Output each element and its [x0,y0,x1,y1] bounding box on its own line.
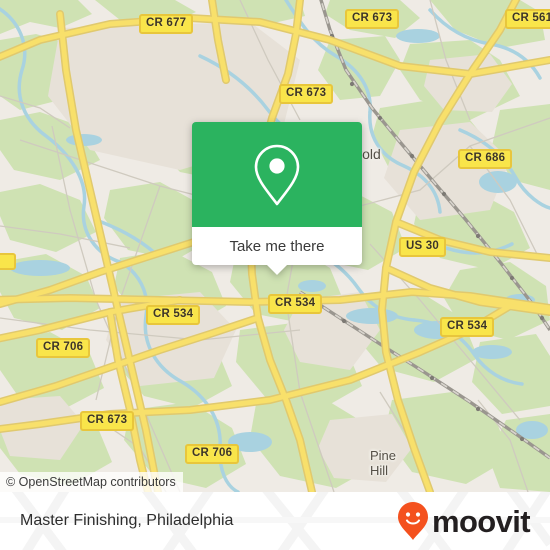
location-popup-card[interactable]: Take me there [192,122,362,275]
page-footer: Master Finishing, Philadelphia moovit [0,492,550,550]
road-shield: CR 534 [268,294,323,314]
road-shield: CR 673 [345,9,400,29]
moovit-map-screenshot: CR 677 CR 673 CR 561 CR 673 CR 686 US 30 CR 53… [0,0,550,550]
map-pin-icon [254,144,300,205]
road-shield: CR 534 [440,317,495,337]
road-shield: CR 673 [80,411,135,431]
road-shield: CR 561 [505,9,550,29]
moovit-smiley-pin-icon [397,502,428,540]
take-me-there-label: Take me there [229,237,325,255]
moovit-wordmark: moovit [431,503,531,539]
road-shield: CR 677 [139,14,194,34]
popup-footer[interactable]: Take me there [192,227,362,275]
place-label-line: Pine [370,448,397,463]
road-shield: CR 673 [279,84,334,104]
osm-attribution[interactable]: © OpenStreetMap contributors [0,472,183,492]
popup-pointer [266,264,288,275]
popup-header [192,122,362,227]
road-shield: CR 686 [458,149,513,169]
place-label-line: Hill [370,463,389,478]
road-shield [0,253,16,270]
road-shield: CR 706 [36,338,91,358]
location-title: Master Finishing, Philadelphia [20,512,234,529]
moovit-brand[interactable]: moovit [397,501,531,541]
road-shield: CR 706 [185,444,240,464]
place-label: Pine Hill [370,448,396,478]
map-canvas[interactable]: CR 677 CR 673 CR 561 CR 673 CR 686 US 30 CR 53… [0,0,550,492]
road-shield: CR 534 [146,305,201,325]
road-shield: US 30 [399,237,446,257]
